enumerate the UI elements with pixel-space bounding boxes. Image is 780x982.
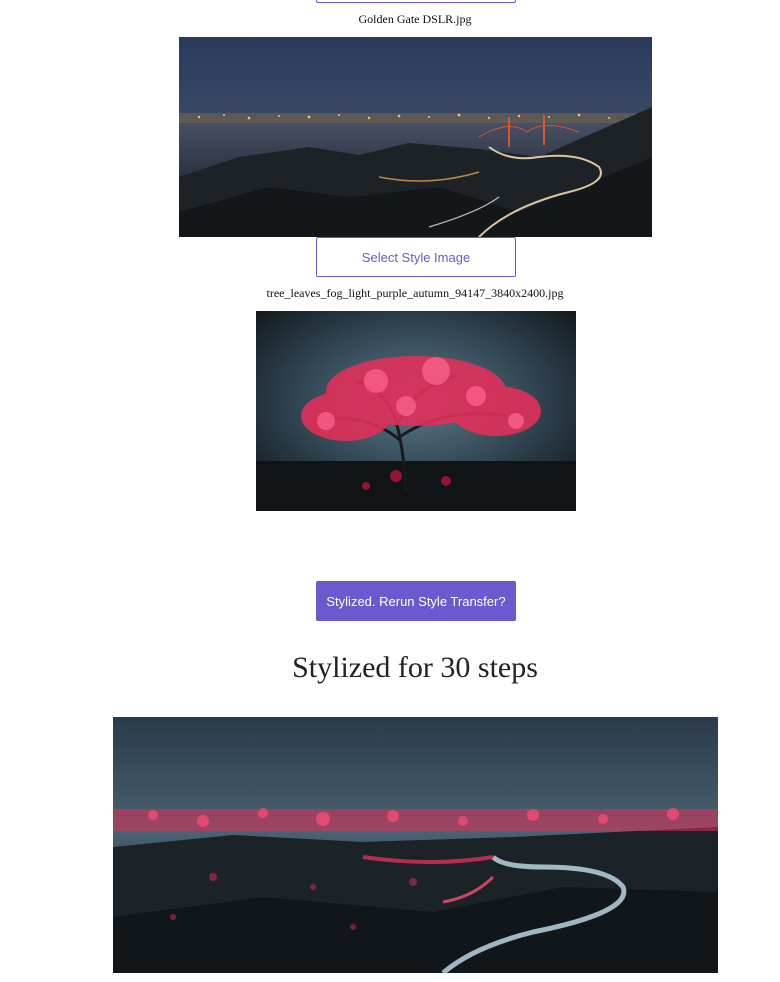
stylized-result-image: [113, 717, 718, 973]
select-content-image-button[interactable]: [316, 0, 516, 3]
content-image-filename: Golden Gate DSLR.jpg: [358, 12, 472, 26]
select-style-image-button[interactable]: Select Style Image: [316, 237, 516, 277]
rerun-style-transfer-button[interactable]: Stylized. Rerun Style Transfer?: [316, 581, 516, 621]
style-image-filename: tree_leaves_fog_light_purple_autumn_9414…: [266, 286, 564, 300]
content-image: [179, 37, 652, 237]
style-image: [256, 311, 576, 511]
result-heading: Stylized for 30 steps: [292, 651, 538, 684]
